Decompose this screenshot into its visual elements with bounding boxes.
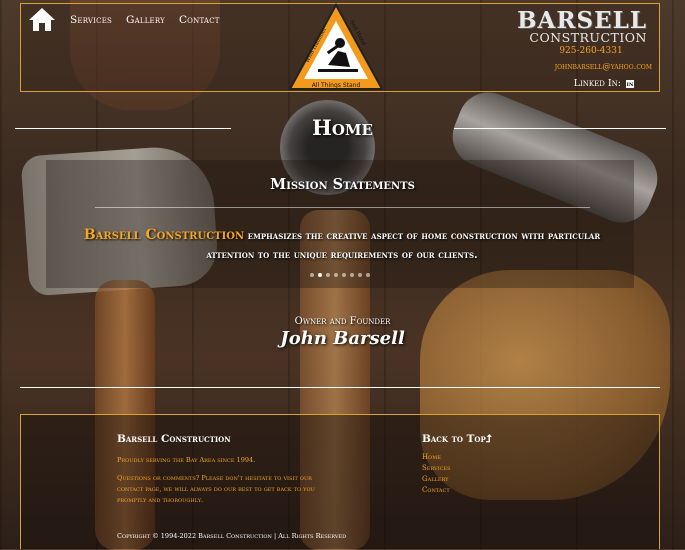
phone-number[interactable]: 925-260-4331	[531, 46, 651, 56]
nav-item-services[interactable]: Services	[70, 14, 112, 26]
nav-item-contact[interactable]: Contact	[179, 14, 220, 26]
footer-message: Questions or comments? Please don't hesi…	[117, 474, 315, 504]
slide-dot[interactable]	[350, 273, 354, 277]
home-icon[interactable]	[28, 6, 56, 32]
mission-divider	[95, 207, 590, 208]
linkedin-label: Linked In:	[573, 78, 621, 89]
slide-dot[interactable]	[310, 273, 314, 277]
footer-about: Barsell Construction Proudly serving the…	[117, 433, 337, 506]
owner-label: Owner and Founder	[294, 316, 391, 327]
footer-link-gallery[interactable]: Gallery	[422, 474, 492, 485]
main-nav: Services Gallery Contact	[70, 14, 220, 26]
slide-dot[interactable]	[334, 273, 338, 277]
company-logo: With Hammer And Hand All Things Stand	[288, 2, 384, 91]
back-to-top-link[interactable]: Back to Top⮥	[422, 433, 492, 446]
site-header: Services Gallery Contact With Hammer And…	[20, 2, 660, 92]
footer-top-rule	[20, 387, 660, 388]
linkedin-link[interactable]: Linked In: in	[574, 78, 634, 89]
header-contact: 925-260-4331 johnbarsell@yahoo.com Linke…	[531, 46, 652, 89]
logo-bottom-text: All Things Stand	[312, 82, 361, 89]
footer-links: Home Services Gallery Contact	[422, 452, 492, 496]
mission-title: Mission Statements	[270, 176, 415, 193]
nav-item-gallery[interactable]: Gallery	[126, 14, 165, 26]
footer-link-contact[interactable]: Contact	[422, 485, 492, 496]
footer-link-services[interactable]: Services	[422, 463, 492, 474]
linkedin-icon[interactable]: in	[626, 79, 634, 88]
footer-tagline: Proudly serving the Bay Area since 1994.	[117, 456, 256, 464]
brand-wordmark: BARSELL CONSTRUCTION	[517, 7, 647, 45]
mission-brand-name: Barsell Construction	[83, 227, 245, 243]
footer-link-home[interactable]: Home	[422, 452, 492, 463]
slide-dot[interactable]	[326, 273, 330, 277]
email-link[interactable]: johnbarsell@yahoo.com	[555, 62, 652, 72]
arrow-up-icon: ⮥	[485, 433, 492, 445]
footer-nav: Back to Top⮥ Home Services Gallery Conta…	[422, 433, 492, 496]
footer-company-name: Barsell Construction	[117, 433, 231, 445]
brand-line2: CONSTRUCTION	[529, 30, 647, 45]
page-title: Home	[312, 115, 373, 140]
copyright-text: Copyright © 1994-2022 Barsell Constructi…	[117, 532, 347, 540]
brand-line1: BARSELL	[517, 7, 647, 34]
slide-dot[interactable]	[358, 273, 362, 277]
site-footer: Barsell Construction Proudly serving the…	[20, 414, 660, 549]
slide-indicators	[310, 273, 370, 277]
mission-body: emphasizes the creative aspect of home c…	[206, 230, 601, 261]
slide-dot-active[interactable]	[318, 273, 322, 277]
slide-dot[interactable]	[342, 273, 346, 277]
slide-dot[interactable]	[366, 273, 370, 277]
mission-statement: Barsell Construction emphasizes the crea…	[62, 226, 622, 265]
owner-signature: John Barsell	[280, 328, 405, 349]
back-to-top-label: Back to Top	[422, 433, 486, 445]
